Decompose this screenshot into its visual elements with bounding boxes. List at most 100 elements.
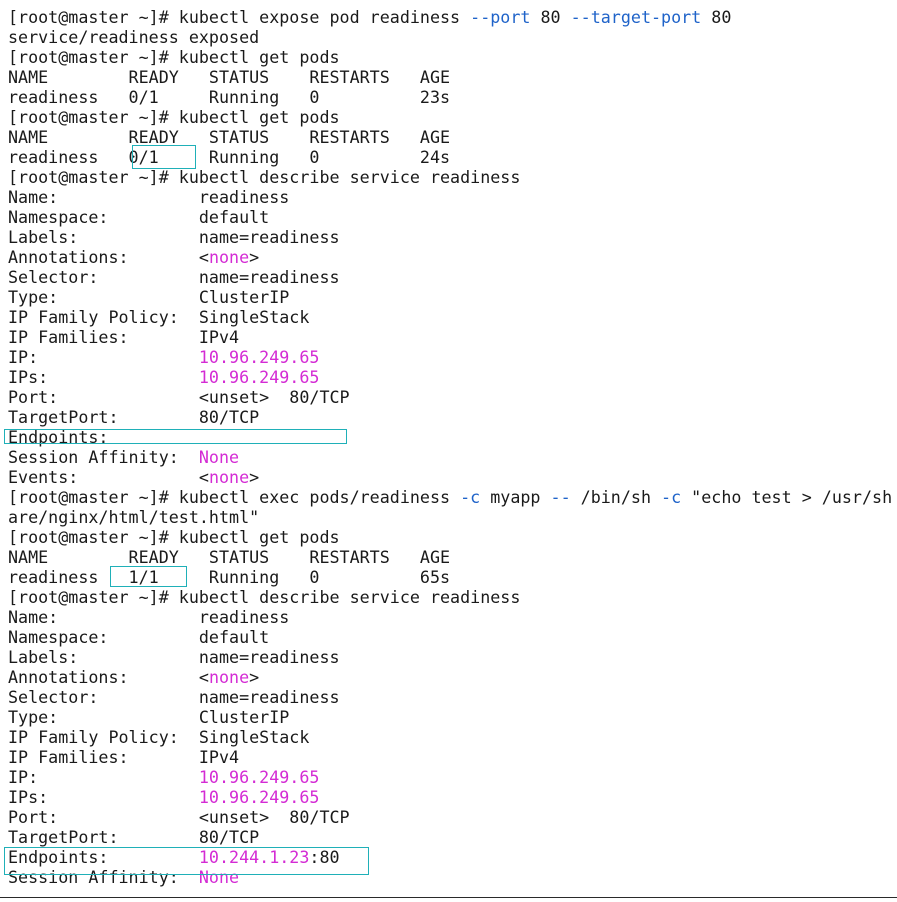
terminal-line: IP Families: IPv4 xyxy=(8,747,239,767)
terminal-line: [root@master ~]# kubectl get pods xyxy=(8,527,340,547)
terminal-text: 10.96.249.65 xyxy=(198,767,320,787)
terminal-line: [root@master ~]# kubectl get pods xyxy=(8,107,340,127)
terminal-line: Session Affinity: None xyxy=(8,447,239,467)
terminal-line: Type: ClusterIP xyxy=(8,707,289,727)
terminal-line: Labels: name=readiness xyxy=(8,647,340,667)
terminal-text: -c xyxy=(661,487,682,507)
terminal-text: 10.96.249.65 xyxy=(198,787,320,807)
terminal-text: [root@master ~]# kubectl expose pod read… xyxy=(8,7,471,27)
terminal-text: IP Families: IPv4 xyxy=(8,327,240,347)
terminal-text: 80 xyxy=(530,7,571,27)
terminal-line: Port: <unset> 80/TCP xyxy=(8,387,350,407)
terminal-line: IPs: 10.96.249.65 xyxy=(8,787,319,807)
terminal-text: Session Affinity: xyxy=(8,867,199,887)
terminal-text: None xyxy=(198,447,240,467)
terminal-text: [root@master ~]# kubectl exec pods/readi… xyxy=(8,487,461,507)
terminal-line: service/readiness exposed xyxy=(8,27,259,47)
terminal-line: TargetPort: 80/TCP xyxy=(8,407,259,427)
terminal-text: service/readiness exposed xyxy=(8,27,260,47)
terminal-text: myapp xyxy=(480,487,551,507)
terminal-line: IP: 10.96.249.65 xyxy=(8,767,319,787)
terminal-line: IP: 10.96.249.65 xyxy=(8,347,319,367)
terminal-text: "echo test > /usr/sh xyxy=(681,487,893,507)
terminal-text: Selector: name=readiness xyxy=(8,687,340,707)
terminal-text: Type: ClusterIP xyxy=(8,707,290,727)
terminal-text: Events: < xyxy=(8,467,209,487)
terminal-text: TargetPort: 80/TCP xyxy=(8,827,260,847)
terminal-text: Namespace: default xyxy=(8,627,270,647)
terminal-text: IPs: xyxy=(8,367,199,387)
terminal-line: Type: ClusterIP xyxy=(8,287,289,307)
terminal-line: [root@master ~]# kubectl describe servic… xyxy=(8,167,520,187)
terminal-line: Selector: name=readiness xyxy=(8,267,340,287)
terminal-text: [root@master ~]# kubectl describe servic… xyxy=(8,167,521,187)
terminal-line: IPs: 10.96.249.65 xyxy=(8,367,319,387)
terminal-text: TargetPort: 80/TCP xyxy=(8,407,260,427)
terminal-text: [root@master ~]# kubectl get pods xyxy=(8,107,340,127)
terminal-line: Name: readiness xyxy=(8,607,289,627)
terminal-line: Namespace: default xyxy=(8,207,269,227)
terminal-text: Port: <unset> 80/TCP xyxy=(8,387,350,407)
terminal-text: [root@master ~]# kubectl get pods xyxy=(8,527,340,547)
terminal-text: IP: xyxy=(8,347,199,367)
terminal-text: IP Family Policy: SingleStack xyxy=(8,307,310,327)
terminal-line: Port: <unset> 80/TCP xyxy=(8,807,350,827)
terminal-line: [root@master ~]# kubectl describe servic… xyxy=(8,587,520,607)
terminal-text: Selector: name=readiness xyxy=(8,267,340,287)
terminal-line: Session Affinity: None xyxy=(8,867,239,887)
terminal-text: > xyxy=(249,667,260,687)
terminal-text: -c xyxy=(460,487,481,507)
terminal-text: 10.244.1.23 xyxy=(198,847,310,867)
terminal-line: [root@master ~]# kubectl exec pods/readi… xyxy=(8,487,892,507)
terminal-text: readiness 1/1 Running 0 65s xyxy=(8,567,451,587)
terminal-line: Namespace: default xyxy=(8,627,269,647)
terminal-text: Session Affinity: xyxy=(8,447,199,467)
terminal-text: are/nginx/html/test.html" xyxy=(8,507,260,527)
terminal-line: readiness 1/1 Running 0 65s xyxy=(8,567,450,587)
terminal-text: --port xyxy=(470,7,531,27)
terminal-text: none xyxy=(208,667,250,687)
terminal-line: Endpoints: 10.244.1.23:80 xyxy=(8,847,340,867)
terminal-window[interactable]: [root@master ~]# kubectl expose pod read… xyxy=(0,0,897,902)
terminal-text: Type: ClusterIP xyxy=(8,287,290,307)
terminal-text: Port: <unset> 80/TCP xyxy=(8,807,350,827)
terminal-line: Annotations: <none> xyxy=(8,667,259,687)
terminal-text: Namespace: default xyxy=(8,207,270,227)
terminal-text: -- xyxy=(550,487,571,507)
terminal-line: NAME READY STATUS RESTARTS AGE xyxy=(8,67,450,87)
terminal-line: Events: <none> xyxy=(8,467,259,487)
terminal-text: [root@master ~]# kubectl get pods xyxy=(8,47,340,67)
terminal-text: [root@master ~]# kubectl describe servic… xyxy=(8,587,521,607)
terminal-text: Labels: name=readiness xyxy=(8,227,340,247)
terminal-text: None xyxy=(198,867,240,887)
terminal-text: Endpoints: xyxy=(8,847,199,867)
terminal-text: :80 xyxy=(309,847,340,867)
terminal-text: Labels: name=readiness xyxy=(8,647,340,667)
bottom-divider xyxy=(0,897,897,898)
terminal-text: IPs: xyxy=(8,787,199,807)
terminal-text: IP Families: IPv4 xyxy=(8,747,240,767)
terminal-line: TargetPort: 80/TCP xyxy=(8,827,259,847)
terminal-text: Annotations: < xyxy=(8,667,209,687)
terminal-line: Endpoints: xyxy=(8,427,108,447)
terminal-line: NAME READY STATUS RESTARTS AGE xyxy=(8,127,450,147)
terminal-line: [root@master ~]# kubectl get pods xyxy=(8,47,340,67)
terminal-text: IP Family Policy: SingleStack xyxy=(8,727,310,747)
terminal-text: Name: readiness xyxy=(8,187,290,207)
terminal-text: > xyxy=(249,247,260,267)
terminal-line: IP Family Policy: SingleStack xyxy=(8,727,309,747)
terminal-line: [root@master ~]# kubectl expose pod read… xyxy=(8,7,731,27)
terminal-line: Name: readiness xyxy=(8,187,289,207)
terminal-text: Name: readiness xyxy=(8,607,290,627)
terminal-text: none xyxy=(208,467,250,487)
terminal-text: none xyxy=(208,247,250,267)
terminal-line: IP Families: IPv4 xyxy=(8,327,239,347)
terminal-line: readiness 0/1 Running 0 23s xyxy=(8,87,450,107)
terminal-text: NAME READY STATUS RESTARTS AGE xyxy=(8,127,451,147)
terminal-text: readiness 0/1 Running 0 24s xyxy=(8,147,451,167)
terminal-text: 80 xyxy=(701,7,732,27)
terminal-text: > xyxy=(249,467,260,487)
terminal-text: Annotations: < xyxy=(8,247,209,267)
terminal-text: /bin/sh xyxy=(570,487,662,507)
terminal-line: Labels: name=readiness xyxy=(8,227,340,247)
